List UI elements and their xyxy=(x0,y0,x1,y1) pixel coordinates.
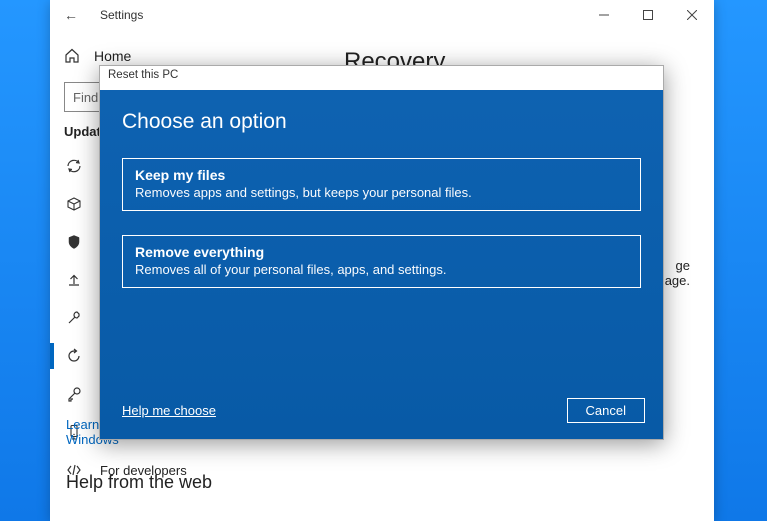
cancel-button[interactable]: Cancel xyxy=(567,398,645,423)
maximize-icon xyxy=(643,10,653,20)
option-remove-everything[interactable]: Remove everything Removes all of your pe… xyxy=(122,235,641,288)
delivery-icon xyxy=(66,196,82,212)
help-me-choose-link[interactable]: Help me choose xyxy=(122,403,216,418)
content-text-fragment: ge age. xyxy=(665,258,690,288)
option-keep-my-files[interactable]: Keep my files Removes apps and settings,… xyxy=(122,158,641,211)
option-desc: Removes apps and settings, but keeps you… xyxy=(135,185,628,200)
shield-icon xyxy=(66,234,82,250)
option-desc: Removes all of your personal files, apps… xyxy=(135,262,628,277)
recovery-icon xyxy=(66,348,82,364)
sync-icon xyxy=(66,158,82,174)
maximize-button[interactable] xyxy=(626,0,670,30)
window-title: Settings xyxy=(100,8,582,22)
search-placeholder-text: Find xyxy=(73,90,98,105)
upload-icon xyxy=(66,272,82,288)
option-title: Remove everything xyxy=(135,244,628,260)
dialog-title: Reset this PC xyxy=(100,66,663,90)
home-icon xyxy=(64,48,80,64)
minimize-icon xyxy=(599,10,609,20)
option-title: Keep my files xyxy=(135,167,628,183)
dialog-heading: Choose an option xyxy=(122,110,641,134)
minimize-button[interactable] xyxy=(582,0,626,30)
back-button[interactable]: ← xyxy=(64,7,82,23)
reset-pc-dialog: Reset this PC Choose an option Keep my f… xyxy=(99,65,664,440)
close-button[interactable] xyxy=(670,0,714,30)
key-icon xyxy=(66,386,82,402)
sidebar-home-label: Home xyxy=(94,48,131,64)
window-titlebar: ← Settings xyxy=(50,0,714,30)
close-icon xyxy=(687,10,697,20)
wrench-icon xyxy=(66,310,82,326)
